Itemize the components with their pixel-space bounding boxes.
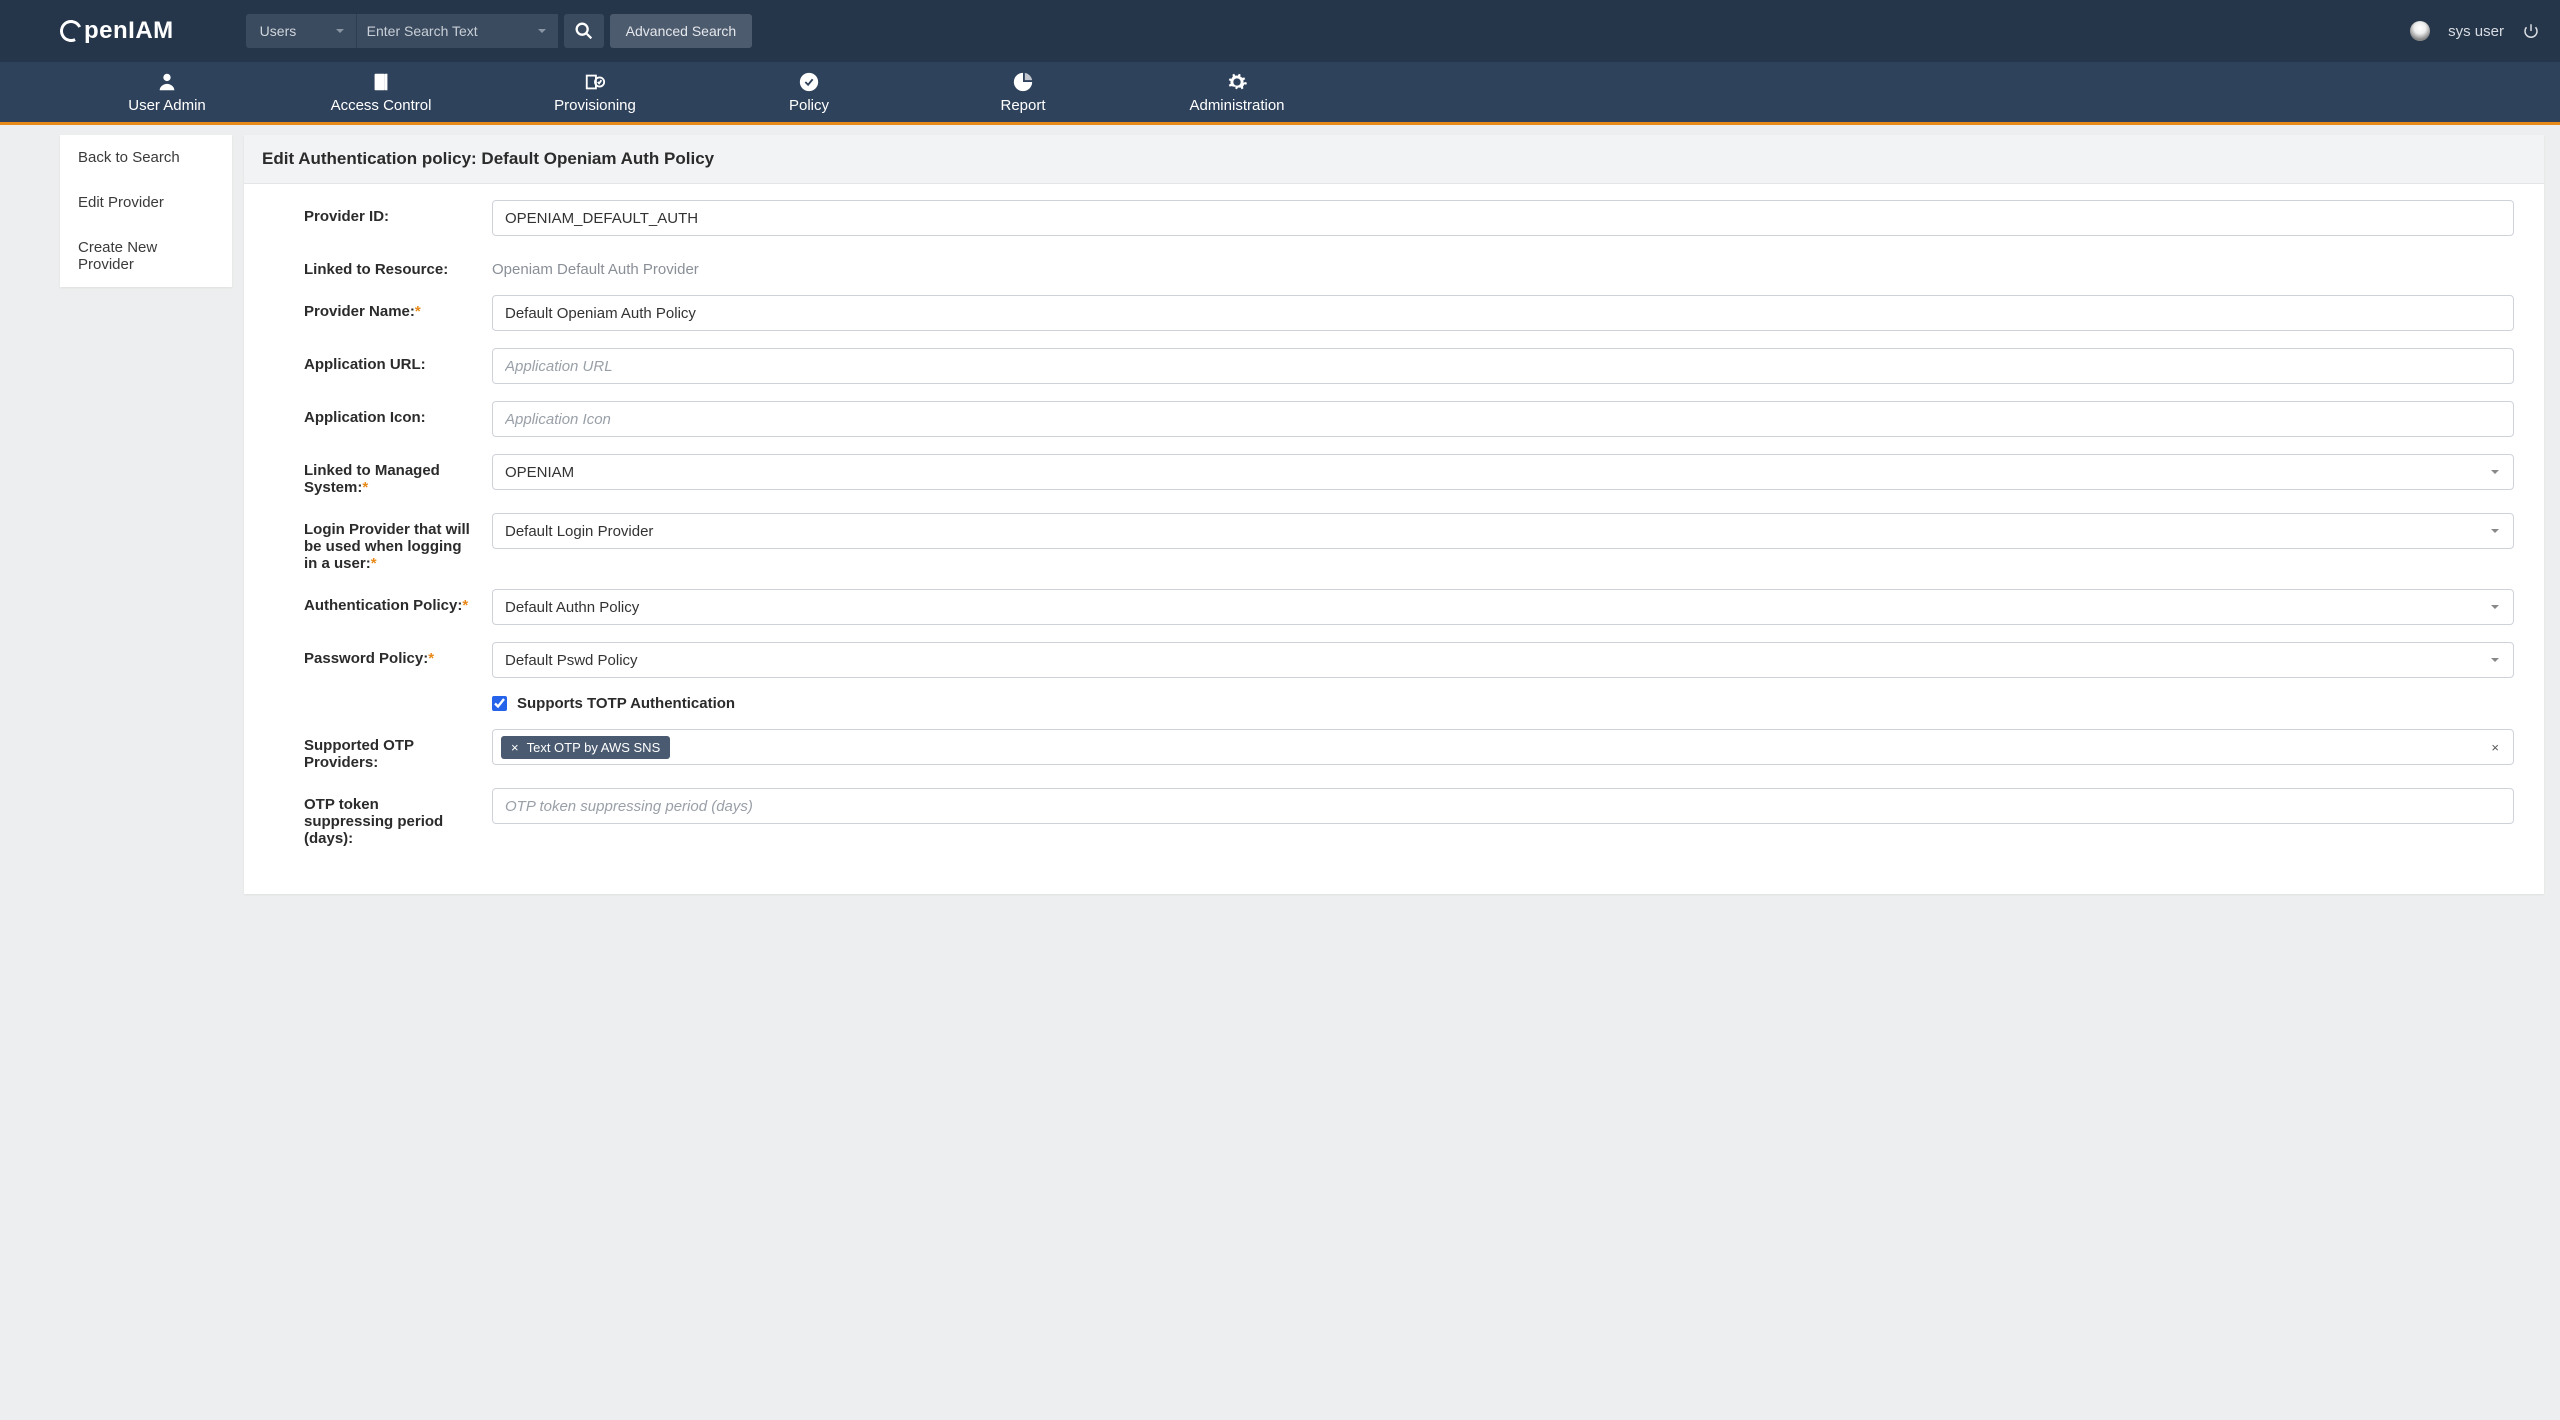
label-pwd-policy: Password Policy:* bbox=[304, 642, 472, 667]
label-login-provider: Login Provider that will be used when lo… bbox=[304, 513, 472, 572]
door-icon bbox=[370, 71, 392, 93]
sidebar-create-new-provider[interactable]: Create New Provider bbox=[60, 225, 232, 287]
row-provider-id: Provider ID: bbox=[304, 200, 2514, 236]
label-provider-name: Provider Name:* bbox=[304, 295, 472, 320]
nav-label: Access Control bbox=[331, 97, 432, 114]
select-value: Default Login Provider bbox=[505, 523, 653, 540]
search-category-select[interactable]: Users bbox=[246, 14, 356, 48]
search-input[interactable] bbox=[367, 23, 548, 39]
pie-chart-icon bbox=[1012, 71, 1034, 93]
input-app-icon[interactable] bbox=[492, 401, 2514, 437]
label-managed-system: Linked to Managed System:* bbox=[304, 454, 472, 496]
row-app-icon: Application Icon: bbox=[304, 401, 2514, 437]
search-category-label: Users bbox=[260, 23, 297, 39]
input-app-url[interactable] bbox=[492, 348, 2514, 384]
search-group: Users Advanced Search bbox=[246, 14, 753, 48]
search-input-wrap bbox=[356, 14, 558, 48]
label-linked-resource: Linked to Resource: bbox=[304, 253, 472, 278]
logo-icon bbox=[57, 17, 85, 45]
form: Provider ID: Linked to Resource: Openiam… bbox=[244, 184, 2544, 894]
main-nav: User Admin Access Control Provisioning P… bbox=[0, 62, 2560, 125]
content-panel: Edit Authentication policy: Default Open… bbox=[244, 135, 2544, 894]
nav-label: User Admin bbox=[128, 97, 206, 114]
header-right: sys user bbox=[2410, 21, 2540, 41]
input-provider-name[interactable] bbox=[492, 295, 2514, 331]
row-managed-system: Linked to Managed System:* OPENIAM bbox=[304, 454, 2514, 496]
input-otp-suppress[interactable] bbox=[492, 788, 2514, 824]
power-icon[interactable] bbox=[2522, 22, 2540, 40]
clear-tags-icon[interactable]: × bbox=[2487, 740, 2503, 755]
input-provider-id[interactable] bbox=[492, 200, 2514, 236]
search-button[interactable] bbox=[564, 14, 604, 48]
value-linked-resource: Openiam Default Auth Provider bbox=[492, 253, 2514, 278]
checkbox-totp[interactable] bbox=[492, 696, 507, 711]
top-header: penIAM Users Advanced Search sys user bbox=[0, 0, 2560, 62]
select-value: OPENIAM bbox=[505, 464, 574, 481]
search-icon bbox=[573, 20, 595, 42]
select-managed-system[interactable]: OPENIAM bbox=[492, 454, 2514, 490]
label-otp-providers: Supported OTP Providers: bbox=[304, 729, 472, 771]
label-app-url: Application URL: bbox=[304, 348, 472, 373]
row-login-provider: Login Provider that will be used when lo… bbox=[304, 513, 2514, 572]
panel-title: Edit Authentication policy: Default Open… bbox=[244, 135, 2544, 184]
label-auth-policy: Authentication Policy:* bbox=[304, 589, 472, 614]
nav-administration[interactable]: Administration bbox=[1130, 62, 1344, 122]
label-provider-id: Provider ID: bbox=[304, 200, 472, 225]
avatar-icon[interactable] bbox=[2410, 21, 2430, 41]
nav-label: Administration bbox=[1189, 97, 1284, 114]
row-provider-name: Provider Name:* bbox=[304, 295, 2514, 331]
label-app-icon: Application Icon: bbox=[304, 401, 472, 426]
row-otp-providers: Supported OTP Providers: × Text OTP by A… bbox=[304, 729, 2514, 771]
sidebar-edit-provider[interactable]: Edit Provider bbox=[60, 180, 232, 225]
select-value: Default Pswd Policy bbox=[505, 652, 638, 669]
nav-user-admin[interactable]: User Admin bbox=[60, 62, 274, 122]
tag-remove-icon[interactable]: × bbox=[511, 740, 519, 755]
nav-label: Policy bbox=[789, 97, 829, 114]
label-otp-suppress: OTP token suppressing period (days): bbox=[304, 788, 472, 847]
nav-policy[interactable]: Policy bbox=[702, 62, 916, 122]
tag-label: Text OTP by AWS SNS bbox=[527, 740, 661, 755]
nav-report[interactable]: Report bbox=[916, 62, 1130, 122]
row-totp: Supports TOTP Authentication bbox=[304, 695, 2514, 712]
logo[interactable]: penIAM bbox=[60, 17, 174, 45]
row-auth-policy: Authentication Policy:* Default Authn Po… bbox=[304, 589, 2514, 625]
logo-text: penIAM bbox=[84, 17, 174, 45]
sidebar: Back to Search Edit Provider Create New … bbox=[60, 135, 232, 287]
row-otp-suppress: OTP token suppressing period (days): bbox=[304, 788, 2514, 847]
select-auth-policy[interactable]: Default Authn Policy bbox=[492, 589, 2514, 625]
nav-access-control[interactable]: Access Control bbox=[274, 62, 488, 122]
check-circle-icon bbox=[798, 71, 820, 93]
select-value: Default Authn Policy bbox=[505, 599, 639, 616]
nav-label: Report bbox=[1000, 97, 1045, 114]
row-linked-resource: Linked to Resource: Openiam Default Auth… bbox=[304, 253, 2514, 278]
label-totp: Supports TOTP Authentication bbox=[517, 695, 735, 712]
user-icon bbox=[156, 71, 178, 93]
select-pwd-policy[interactable]: Default Pswd Policy bbox=[492, 642, 2514, 678]
tag-otp-provider: × Text OTP by AWS SNS bbox=[501, 736, 670, 759]
sidebar-back-to-search[interactable]: Back to Search bbox=[60, 135, 232, 180]
page-body: Back to Search Edit Provider Create New … bbox=[0, 125, 2560, 924]
row-pwd-policy: Password Policy:* Default Pswd Policy bbox=[304, 642, 2514, 678]
row-app-url: Application URL: bbox=[304, 348, 2514, 384]
tag-input-otp-providers[interactable]: × Text OTP by AWS SNS × bbox=[492, 729, 2514, 765]
advanced-search-button[interactable]: Advanced Search bbox=[610, 14, 753, 48]
username: sys user bbox=[2448, 23, 2504, 40]
provisioning-icon bbox=[584, 71, 606, 93]
nav-label: Provisioning bbox=[554, 97, 636, 114]
nav-provisioning[interactable]: Provisioning bbox=[488, 62, 702, 122]
gear-icon bbox=[1226, 71, 1248, 93]
select-login-provider[interactable]: Default Login Provider bbox=[492, 513, 2514, 549]
